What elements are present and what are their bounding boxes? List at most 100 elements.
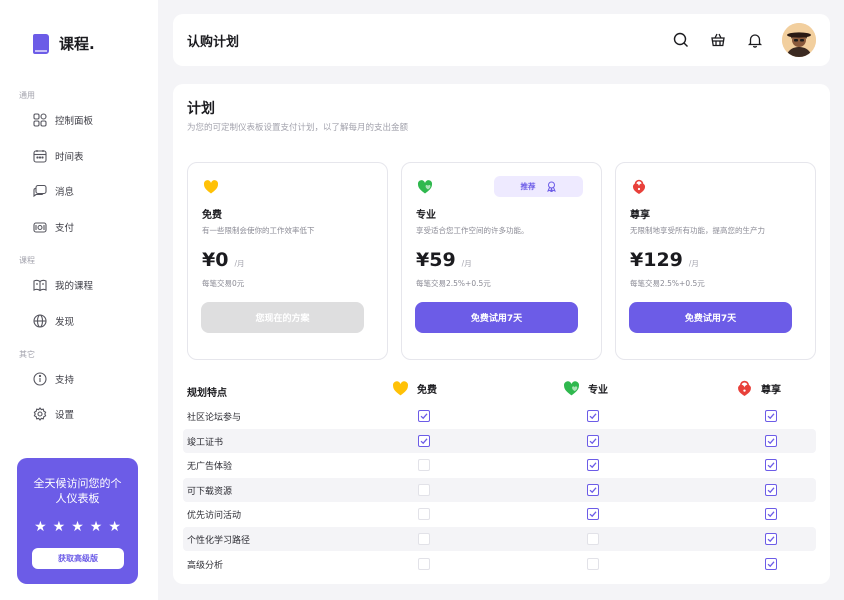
checkbox-premium-checked[interactable] [765,434,777,447]
sidebar-item-schedule[interactable]: 时间表 [33,146,84,166]
checkbox-free-unchecked[interactable] [418,533,430,545]
star-icon: ★ [52,519,66,535]
check-icon [767,511,775,518]
sidebar-item-discover[interactable]: 发现 [33,311,74,331]
section-label-general: 通用 [19,91,35,100]
section-subtitle: 为您的可定制仪表板设置支付计划，以了解每月的支出金额 [187,123,409,133]
sidebar-item-label: 我的课程 [55,281,94,292]
user-portrait-icon [782,23,816,57]
checkbox-pro-checked[interactable] [587,410,599,422]
feature-label: 优先访问活动 [187,511,242,522]
checkbox-free-unchecked[interactable] [418,483,430,496]
sidebar-item-label: 支付 [55,223,75,234]
check-icon [589,462,597,469]
top-header: 认购计划 [173,14,830,66]
check-icon [420,437,428,444]
sidebar-item-support[interactable]: 支持 [33,369,74,389]
logo-text: 课程. [59,35,95,53]
column-pro: 专业 [563,380,608,397]
bell-icon[interactable] [747,32,763,48]
checkbox-free-checked[interactable] [418,434,430,447]
feature-label: 社区论坛参与 [187,413,242,423]
plan-price: ¥0 [202,249,229,271]
checkbox-pro-checked[interactable] [587,508,599,521]
plan-description: 享受适合您工作空间的许多功能。 [416,226,529,235]
calendar-icon [33,150,47,163]
sidebar-item-settings[interactable]: 设置 [33,404,74,424]
checkbox-premium-checked[interactable] [765,557,777,570]
plan-description: 有一些限制会使你的工作效率低下 [202,226,315,235]
sidebar-item-dashboard[interactable]: 控制面板 [33,110,93,130]
feature-label: 无广告体验 [187,462,233,473]
star-icon: ★ [34,519,47,535]
checkbox-free-unchecked[interactable] [418,557,430,570]
plan-card-free: 免费 有一些限制会使你的工作效率低下 ¥0 /月 每笔交易0元 您现在的方案 [187,162,388,360]
checkbox-premium-checked[interactable] [765,533,777,545]
column-premium: 尊享 [736,380,781,397]
checkbox-free-unchecked[interactable] [418,508,430,521]
checkbox-free-checked[interactable] [418,410,430,422]
sidebar-item-messages[interactable]: 消息 [33,181,74,201]
transaction-fee: 每笔交易2.5%+0.5元 [630,279,705,288]
plan-period: /月 [461,259,472,268]
plan-name: 免费 [202,210,222,221]
checkbox-premium-checked[interactable] [765,410,777,422]
column-label: 专业 [588,385,608,396]
sidebar-item-my-courses[interactable]: 我的课程 [33,275,93,295]
chat-icon [33,184,47,198]
checkbox-pro-checked[interactable] [587,459,599,472]
info-icon [33,372,47,386]
checkbox-pro-checked[interactable] [587,434,599,447]
checkbox-free-unchecked[interactable] [418,459,430,472]
plan-price: ¥59 [416,249,456,271]
checkbox-premium-checked[interactable] [765,508,777,521]
checkbox-pro-unchecked[interactable] [587,557,599,570]
recommended-badge: 推荐 [494,176,583,197]
checkbox-premium-checked[interactable] [765,483,777,496]
plan-description: 无限制地享受所有功能，提高您的生产力 [630,226,765,235]
check-icon [767,487,775,493]
wallet-icon [33,222,47,233]
basket-icon[interactable] [710,32,726,48]
book-logo-icon [33,33,49,54]
red-lock-icon [738,380,751,396]
checkbox-pro-checked[interactable] [587,483,599,496]
check-icon [767,560,775,567]
green-heart-icon [417,180,433,194]
premium-promo-card: 全天候访问您的个人仪表板 ★ ★ ★ ★ ★ 获取高级版 [17,458,138,584]
plan-name: 专业 [416,210,436,221]
transaction-fee: 每笔交易0元 [202,279,245,288]
get-premium-button[interactable]: 获取高级版 [32,548,124,569]
sidebar-item-payment[interactable]: 支付 [33,217,74,237]
transaction-fee: 每笔交易2.5%+0.5元 [416,279,491,288]
check-icon [767,536,775,543]
feature-label: 竣工证书 [187,437,224,448]
section-label-course: 课程 [19,256,35,265]
check-icon [767,437,775,444]
avatar[interactable] [782,23,816,57]
current-plan-button[interactable]: 您现在的方案 [201,302,364,333]
plan-card-pro: 推荐 专业 享受适合您工作空间的许多功能。 ¥59 /月 每笔交易2.5%+0.… [401,162,602,360]
checkbox-pro-unchecked[interactable] [587,533,599,545]
search-icon[interactable] [673,32,689,48]
plans-panel: 计划 为您的可定制仪表板设置支付计划，以了解每月的支出金额 免费 有一些限制会使… [173,84,830,584]
check-icon [767,462,775,469]
promo-text: 全天候访问您的个人仪表板 [33,477,122,505]
globe-icon [33,314,47,328]
table-row: 可下载资源 [183,477,816,502]
checkbox-premium-checked[interactable] [765,459,777,472]
badge-label: 推荐 [520,182,536,191]
price-row: ¥129 /月 [630,249,699,271]
premium-trial-button[interactable]: 免费试用7天 [629,302,792,333]
page-title: 认购计划 [187,35,240,50]
table-row: 优先访问活动 [183,502,816,526]
features-column-title: 规划特点 [187,388,227,399]
logo[interactable]: 课程. [33,33,95,54]
star-icon: ★ [71,519,84,535]
section-title: 计划 [187,101,215,117]
gear-icon [33,407,47,421]
pro-trial-button[interactable]: 免费试用7天 [415,302,578,333]
table-row: 社区论坛参与 [183,404,816,428]
star-icon: ★ [89,519,103,535]
price-row: ¥0 /月 [202,249,244,271]
